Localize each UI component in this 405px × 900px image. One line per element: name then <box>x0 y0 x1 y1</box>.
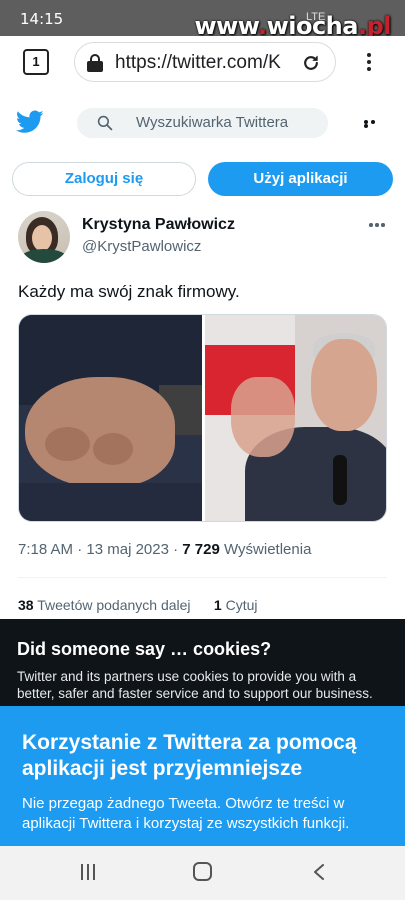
views-count: 7 729 <box>182 541 220 558</box>
tweet-timestamp: 7:18 AM · 13 maj 2023 · 7 729 Wyświetlen… <box>18 541 311 558</box>
reload-icon[interactable] <box>301 53 321 73</box>
divider <box>18 577 387 578</box>
address-bar[interactable]: https://twitter.com/K <box>74 42 336 82</box>
tweet-date[interactable]: 13 maj 2023 <box>86 541 169 558</box>
search-icon <box>97 115 113 131</box>
browser-menu-icon[interactable] <box>360 50 378 76</box>
app-promo-sheet: Korzystanie z Twittera za pomocą aplikac… <box>0 706 405 846</box>
quotes-count: 1 <box>213 597 222 613</box>
tweet-text: Każdy ma swój znak firmowy. <box>18 282 240 301</box>
views-label: Wyświetlenia <box>224 541 312 558</box>
use-app-button[interactable]: Użyj aplikacji <box>208 162 393 196</box>
retweets-label: Tweetów podanych dalej <box>37 597 191 613</box>
tweet-options-icon[interactable] <box>369 223 389 229</box>
promo-title: Korzystanie z Twittera za pomocą aplikac… <box>22 731 357 780</box>
author-name[interactable]: Krystyna Pawłowicz <box>82 216 235 234</box>
tweet-photo-fist[interactable] <box>19 315 202 521</box>
cookie-banner: Did someone say … cookies? Twitter and i… <box>0 619 405 719</box>
url-text[interactable]: https://twitter.com/K <box>115 52 301 74</box>
tweet-media[interactable] <box>18 314 387 522</box>
meta-separator: · <box>77 541 83 558</box>
quotes-label: Cytuj <box>225 597 258 613</box>
status-bar: 14:15 LTE www.wiocha.pl <box>0 0 405 40</box>
lock-icon[interactable] <box>87 54 103 72</box>
tweet-photo-speaker[interactable] <box>205 315 386 521</box>
retweets-count: 38 <box>18 597 34 613</box>
tabs-button[interactable]: 1 <box>23 49 49 75</box>
more-horizontal-icon[interactable] <box>364 120 384 128</box>
back-icon[interactable] <box>312 864 326 880</box>
system-navigation-bar <box>0 846 405 900</box>
twitter-header: Wyszukiwarka Twittera <box>0 92 405 154</box>
cookie-text: Twitter and its partners use cookies to … <box>17 669 373 701</box>
avatar[interactable] <box>18 211 70 263</box>
quotes-stat[interactable]: 1 Cytuj <box>214 597 258 613</box>
status-time: 14:15 <box>20 10 64 28</box>
search-input[interactable]: Wyszukiwarka Twittera <box>77 108 328 138</box>
recents-icon[interactable] <box>81 864 99 880</box>
search-placeholder: Wyszukiwarka Twittera <box>136 114 289 131</box>
promo-text: Nie przegap żadnego Tweeta. Otwórz te tr… <box>22 795 350 832</box>
cookie-title: Did someone say … cookies? <box>17 639 272 659</box>
meta-separator: · <box>173 541 179 558</box>
twitter-bird-icon[interactable] <box>16 110 44 134</box>
retweets-stat[interactable]: 38 Tweetów podanych dalej <box>18 597 191 613</box>
tweet-stats: 38 Tweetów podanych dalej 1 Cytuj <box>18 597 257 613</box>
home-icon[interactable] <box>193 862 212 881</box>
login-button[interactable]: Zaloguj się <box>12 162 196 196</box>
tweet-time[interactable]: 7:18 AM <box>18 541 73 558</box>
browser-toolbar: 1 https://twitter.com/K <box>0 36 405 92</box>
author-handle[interactable]: @KrystPawlowicz <box>82 238 201 255</box>
